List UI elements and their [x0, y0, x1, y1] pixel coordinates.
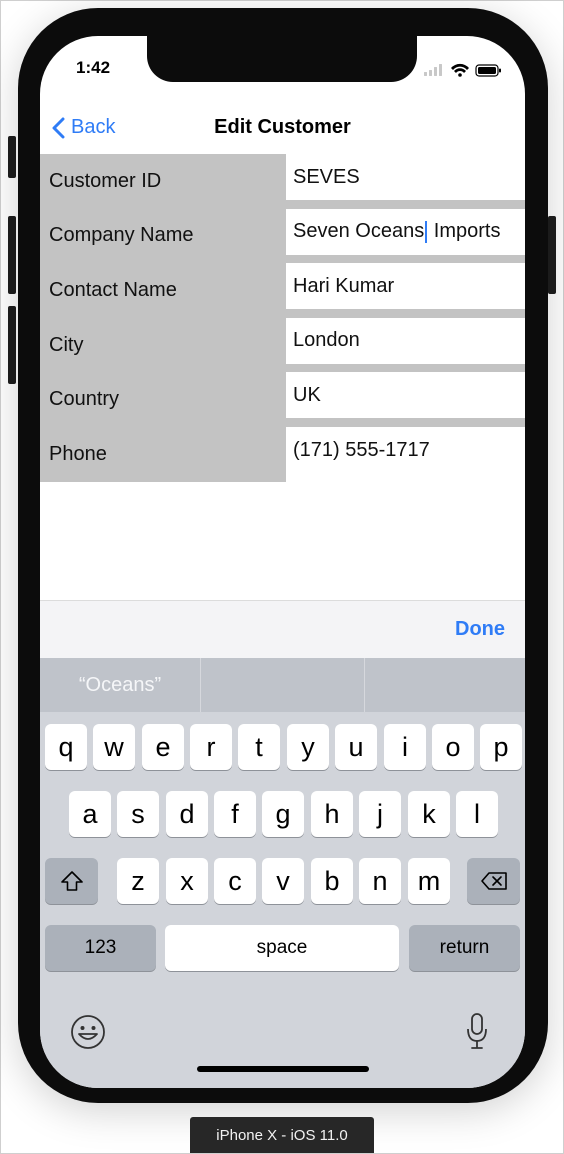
field-label: Customer ID: [40, 154, 286, 209]
backspace-icon: [480, 872, 507, 890]
customer-id-field[interactable]: SEVES: [286, 154, 525, 200]
space-key[interactable]: space: [165, 925, 399, 971]
keyboard-accessory-toolbar: Done: [40, 600, 525, 659]
key-j[interactable]: j: [359, 791, 401, 837]
emoji-key[interactable]: [70, 1014, 106, 1050]
key-k[interactable]: k: [408, 791, 450, 837]
form-row-city: City London: [40, 317, 525, 373]
key-z[interactable]: z: [117, 858, 159, 904]
home-indicator: [197, 1066, 369, 1072]
form-row-contact-name: Contact Name Hari Kumar: [40, 263, 525, 318]
navigation-bar: Back Edit Customer: [40, 104, 525, 154]
battery-icon: [475, 64, 501, 77]
field-label: Phone: [40, 426, 286, 482]
company-name-before-caret: Seven Oceans: [293, 220, 425, 243]
field-label: Company Name: [40, 208, 286, 264]
emoji-icon: [71, 1015, 105, 1049]
mute-switch: [8, 136, 16, 178]
simulator-device-label: iPhone X - iOS 11.0: [190, 1117, 374, 1153]
key-e[interactable]: e: [142, 724, 184, 770]
page-title: Edit Customer: [214, 116, 351, 138]
key-w[interactable]: w: [93, 724, 135, 770]
return-key[interactable]: return: [409, 925, 520, 971]
field-label: Contact Name: [40, 263, 286, 318]
suggestion-1[interactable]: “Oceans”: [40, 658, 200, 712]
status-icons: [424, 63, 504, 77]
key-h[interactable]: h: [311, 791, 353, 837]
form-row-company-name: Company Name Seven Oceans Imports: [40, 208, 525, 264]
key-x[interactable]: x: [166, 858, 208, 904]
country-field[interactable]: UK: [286, 372, 525, 419]
device-screen: 1:42 Back Edit Customer Customer ID SEVE…: [40, 36, 525, 1088]
key-a[interactable]: a: [69, 791, 111, 837]
microphone-icon: [467, 1013, 487, 1049]
key-u[interactable]: u: [335, 724, 377, 770]
predictive-bar: “Oceans”: [40, 658, 525, 712]
city-field[interactable]: London: [286, 317, 525, 364]
key-n[interactable]: n: [359, 858, 401, 904]
key-q[interactable]: q: [45, 724, 87, 770]
delete-key[interactable]: [467, 858, 520, 904]
form-row-country: Country UK: [40, 372, 525, 427]
shift-key[interactable]: [45, 858, 98, 904]
text-caret: [425, 220, 428, 243]
phone-field[interactable]: (171) 555-1717: [286, 426, 525, 482]
field-label: City: [40, 317, 286, 373]
key-c[interactable]: c: [214, 858, 256, 904]
wifi-icon: [451, 63, 469, 77]
key-p[interactable]: p: [480, 724, 522, 770]
key-g[interactable]: g: [262, 791, 304, 837]
key-d[interactable]: d: [166, 791, 208, 837]
key-l[interactable]: l: [456, 791, 498, 837]
contact-name-field[interactable]: Hari Kumar: [286, 263, 525, 310]
done-button[interactable]: Done: [455, 618, 505, 641]
keyboard: “Oceans” q w e r t y u i o p a s d f g h…: [40, 658, 525, 1088]
field-label: Country: [40, 372, 286, 427]
key-y[interactable]: y: [287, 724, 329, 770]
key-v[interactable]: v: [262, 858, 304, 904]
key-o[interactable]: o: [432, 724, 474, 770]
key-m[interactable]: m: [408, 858, 450, 904]
key-b[interactable]: b: [311, 858, 353, 904]
customer-form: Customer ID SEVES Company Name Seven Oce…: [40, 154, 525, 482]
form-row-customer-id: Customer ID SEVES: [40, 154, 525, 209]
dictation-key[interactable]: [465, 1012, 489, 1052]
signal-icon: [424, 64, 442, 76]
key-i[interactable]: i: [384, 724, 426, 770]
key-r[interactable]: r: [190, 724, 232, 770]
key-f[interactable]: f: [214, 791, 256, 837]
suggestion-2[interactable]: [201, 658, 364, 712]
numbers-key[interactable]: 123: [45, 925, 156, 971]
form-row-phone: Phone (171) 555-1717: [40, 426, 525, 482]
status-time: 1:42: [76, 58, 111, 77]
power-button: [548, 216, 556, 294]
key-t[interactable]: t: [238, 724, 280, 770]
volume-up-button: [8, 216, 16, 294]
notch: [147, 36, 417, 82]
company-name-field[interactable]: Seven Oceans Imports: [286, 208, 525, 255]
volume-down-button: [8, 306, 16, 384]
shift-icon: [60, 871, 83, 891]
suggestion-3[interactable]: [365, 658, 525, 712]
key-s[interactable]: s: [117, 791, 159, 837]
company-name-after-caret: Imports: [428, 220, 501, 243]
